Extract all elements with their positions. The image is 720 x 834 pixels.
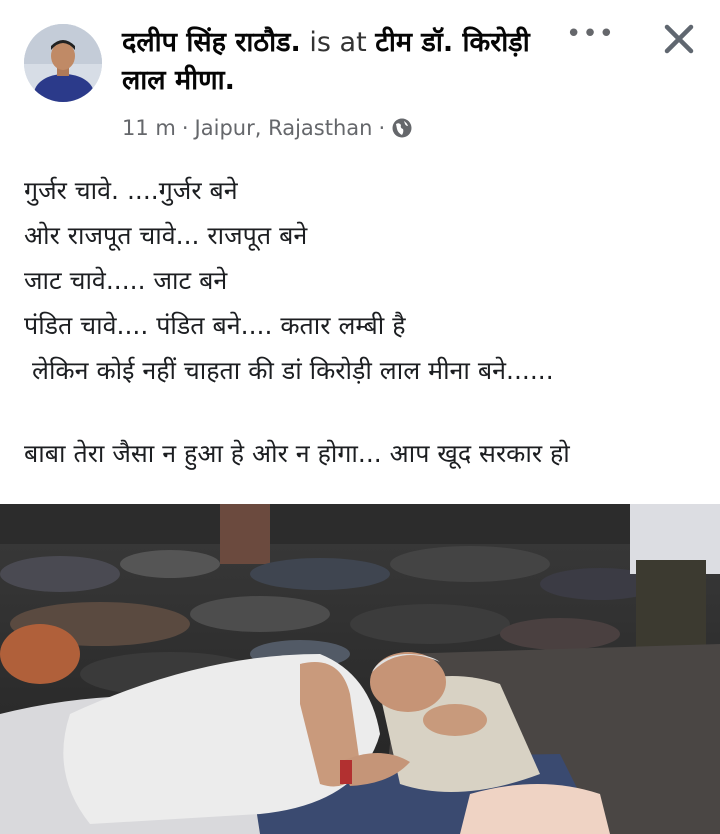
post-header-title: दलीप सिंह राठौड. is at टीम डॉ. किरोड़ी ल… bbox=[122, 24, 542, 100]
is-at-text: is at bbox=[309, 27, 367, 58]
post-line: बाबा तेरा जैसा न हुआ हे ओर न होगा... आप … bbox=[24, 439, 570, 468]
post-line: लेकिन कोई नहीं चाहता की डां किरोड़ी लाल … bbox=[32, 356, 554, 385]
post-time[interactable]: 11 m bbox=[122, 116, 176, 140]
post-line: जाट चावे..... जाट बने bbox=[24, 266, 228, 295]
post-line: गुर्जर चावे. ....गुर्जर बने bbox=[24, 176, 238, 205]
author-name[interactable]: दलीप सिंह राठौड. bbox=[122, 27, 301, 58]
post-location[interactable]: Jaipur, Rajasthan bbox=[195, 116, 373, 140]
photo-illustration bbox=[0, 504, 720, 834]
avatar[interactable] bbox=[24, 24, 102, 102]
more-icon: ••• bbox=[566, 19, 616, 49]
meta-separator-2: · bbox=[378, 116, 386, 140]
post-text: गुर्जर चावे. ....गुर्जर बने ओर राजपूत चा… bbox=[24, 168, 704, 476]
post-meta: 11 m · Jaipur, Rajasthan · bbox=[122, 116, 413, 140]
globe-icon bbox=[391, 117, 413, 139]
avatar-image bbox=[24, 24, 102, 102]
meta-separator: · bbox=[181, 116, 189, 140]
close-button[interactable] bbox=[656, 16, 702, 62]
close-icon bbox=[664, 24, 694, 54]
post-photo[interactable] bbox=[0, 504, 720, 834]
more-options-button[interactable]: ••• bbox=[566, 21, 614, 52]
post-line: ओर राजपूत चावे... राजपूत बने bbox=[24, 221, 308, 250]
post-card: दलीप सिंह राठौड. is at टीम डॉ. किरोड़ी ल… bbox=[0, 0, 720, 834]
post-line: पंडित चावे.... पंडित बने.... कतार लम्बी … bbox=[24, 311, 406, 340]
